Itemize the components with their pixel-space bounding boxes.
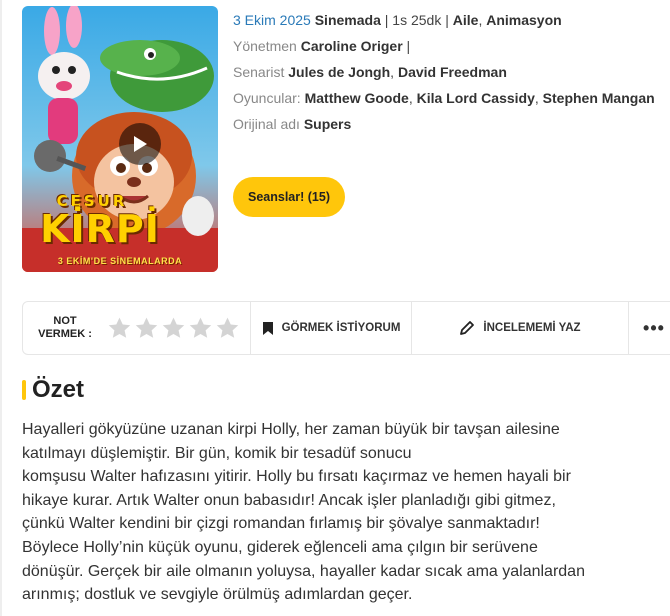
director-row: Yönetmen Caroline Origer | [233,36,663,57]
rating-stars[interactable] [107,302,251,354]
rate-label: NOT VERMEK : [23,302,107,354]
sessions-button[interactable]: Seanslar! (15) [233,177,345,217]
release-row: 3 Ekim 2025 Sinemada | 1s 25dk | Aile, A… [233,12,562,28]
write-review-label: İNCELEMEMİ YAZ [483,322,581,334]
writer-link[interactable]: Jules de Jongh [288,64,390,80]
cast-link[interactable]: Matthew Goode [305,90,409,106]
star-icon[interactable] [215,316,240,341]
original-title-label: Orijinal adı [233,116,300,132]
writer-row: Senarist Jules de Jongh, David Freedman [233,64,507,80]
summary-line: dönüşür. Gerçek bir aile olmanın yoluysa… [22,562,585,580]
original-title: Supers [303,116,352,132]
star-icon[interactable] [188,316,213,341]
more-options-button[interactable]: ••• [629,302,670,354]
star-icon[interactable] [107,316,132,341]
director-link[interactable]: Caroline Origer [301,38,403,54]
movie-info: 3 Ekim 2025 Sinemada | 1s 25dk | Aile, A… [233,10,663,140]
cast-label: Oyuncular: [233,90,301,106]
summary-line: komşusu Walter hafızasını yitirir. Holly… [22,468,571,486]
bookmark-icon [262,321,273,335]
want-to-watch-label: GÖRMEK İSTİYORUM [281,322,401,334]
summary-text: Hayalleri gökyüzüne uzanan kirpi Holly, … [22,418,662,607]
write-review-button[interactable]: İNCELEMEMİ YAZ [412,302,629,354]
poster-title-big: KİRPİ [40,207,160,251]
cast-link[interactable]: Kila Lord Cassidy [417,90,535,106]
director-label: Yönetmen [233,38,297,54]
rate-label-line2: VERMEK : [38,328,92,340]
rate-label-line1: NOT [53,315,77,327]
summary-accent-bar [22,380,26,400]
play-trailer-button[interactable] [119,123,161,165]
summary-line: hikaye kurar. Artık Walter onun babasıdı… [22,491,556,509]
summary-heading: Özet [22,376,84,404]
page-left-divider [0,0,2,616]
pencil-icon [460,321,475,335]
summary-line: Hayalleri gökyüzüne uzanan kirpi Holly, … [22,421,560,438]
action-bar: NOT VERMEK : GÖRMEK İSTİYORUM İNCELEMEMİ… [22,301,670,355]
separator: | [406,38,411,54]
summary-line: çünkü Walter kendini bir çizgi romandan … [22,515,540,533]
duration: 1s 25dk [392,12,442,28]
genre-link[interactable]: Aile [453,12,479,28]
poster-release-banner: 3 EKİM'DE SİNEMALARDA [57,256,183,266]
release-date-link[interactable]: 3 Ekim 2025 [233,12,311,28]
separator: | [384,12,389,28]
want-to-watch-button[interactable]: GÖRMEK İSTİYORUM [251,302,412,354]
cast-row: Oyuncular: Matthew Goode, Kila Lord Cass… [233,90,655,106]
movie-poster[interactable]: CESUR KİRPİ 3 EKİM'DE SİNEMALARDA [22,6,218,272]
star-icon[interactable] [134,316,159,341]
star-icon[interactable] [161,316,186,341]
summary-line: arınmış; dostluk ve sevgiyle örülmüş adı… [22,586,413,604]
release-status: Sinemada [314,12,381,28]
original-title-row: Orijinal adı Supers [233,114,663,135]
play-icon [134,136,147,152]
summary-line: katılmayı düşlemiştir. Bir gün, komik bi… [22,444,412,462]
summary-title: Özet [32,376,85,403]
more-icon: ••• [643,317,665,338]
separator: | [445,12,449,28]
cast-link[interactable]: Stephen Mangan [543,90,655,106]
writer-link[interactable]: David Freedman [398,64,507,80]
genre-link[interactable]: Animasyon [486,12,561,28]
summary-line: Böylece Holly’nin küçük oyunu, giderek e… [22,538,538,556]
writer-label: Senarist [233,64,285,80]
